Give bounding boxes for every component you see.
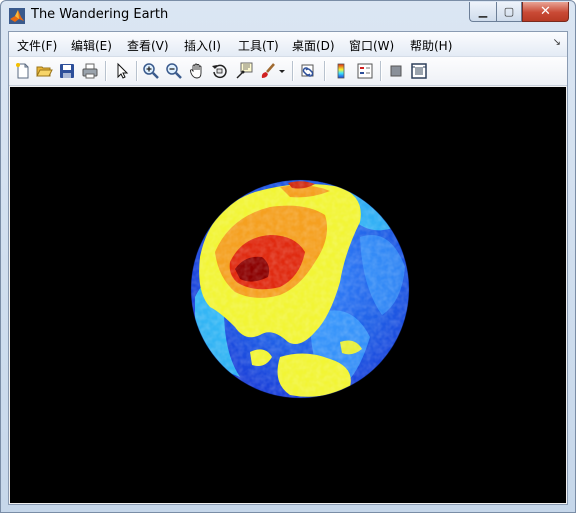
toolbar-separator <box>105 61 107 81</box>
show-plot-tools-icon[interactable] <box>409 61 429 81</box>
menu-help[interactable]: 帮助(H) <box>410 37 452 54</box>
menu-tools[interactable]: 工具(T) <box>238 37 279 54</box>
figure-toolbar <box>9 57 567 86</box>
menu-desktop[interactable]: 桌面(D) <box>292 37 335 54</box>
menu-file[interactable]: 文件(F) <box>17 37 57 54</box>
rotate-3d-icon[interactable] <box>210 61 230 81</box>
globe-surface <box>191 180 409 398</box>
figure-window: The Wandering Earth ▁ ▢ ✕ 文件(F) 编辑(E) 查看… <box>0 0 576 513</box>
zoom-out-icon[interactable] <box>164 61 184 81</box>
close-button[interactable]: ✕ <box>522 2 569 22</box>
select-arrow-icon[interactable] <box>112 61 132 81</box>
toolbar-separator <box>292 61 294 81</box>
save-icon[interactable] <box>57 61 77 81</box>
client-area: 文件(F) 编辑(E) 查看(V) 插入(I) 工具(T) 桌面(D) 窗口(W… <box>8 31 568 505</box>
menu-view[interactable]: 查看(V) <box>127 37 169 54</box>
menu-insert[interactable]: 插入(I) <box>184 37 221 54</box>
menu-window[interactable]: 窗口(W) <box>349 37 394 54</box>
data-cursor-icon[interactable] <box>234 61 254 81</box>
brush-icon[interactable] <box>258 61 278 81</box>
double-chevron-icon[interactable]: ↘ <box>553 37 561 48</box>
title-bar[interactable]: The Wandering Earth ▁ ▢ ✕ <box>1 1 575 30</box>
window-title: The Wandering Earth <box>31 7 169 22</box>
figure-canvas[interactable] <box>10 87 566 503</box>
pan-hand-icon[interactable] <box>187 61 207 81</box>
toolbar-separator <box>136 61 138 81</box>
hide-plot-tools-icon[interactable] <box>386 61 406 81</box>
menu-bar: 文件(F) 编辑(E) 查看(V) 插入(I) 工具(T) 桌面(D) 窗口(W… <box>9 32 567 57</box>
earth-globe[interactable] <box>10 87 566 503</box>
new-figure-icon[interactable] <box>13 61 33 81</box>
caption-buttons: ▁ ▢ ✕ <box>469 2 569 22</box>
open-file-icon[interactable] <box>34 61 54 81</box>
maximize-button[interactable]: ▢ <box>496 2 522 22</box>
print-icon[interactable] <box>80 61 100 81</box>
menu-edit[interactable]: 编辑(E) <box>71 37 112 54</box>
toolbar-separator <box>380 61 382 81</box>
legend-icon[interactable] <box>355 61 375 81</box>
matlab-logo-icon <box>9 8 25 24</box>
link-plot-icon[interactable] <box>299 61 319 81</box>
colorbar-icon[interactable] <box>331 61 351 81</box>
brush-dropdown-icon[interactable] <box>277 61 287 81</box>
zoom-in-icon[interactable] <box>141 61 161 81</box>
minimize-button[interactable]: ▁ <box>469 2 496 22</box>
toolbar-separator <box>324 61 326 81</box>
